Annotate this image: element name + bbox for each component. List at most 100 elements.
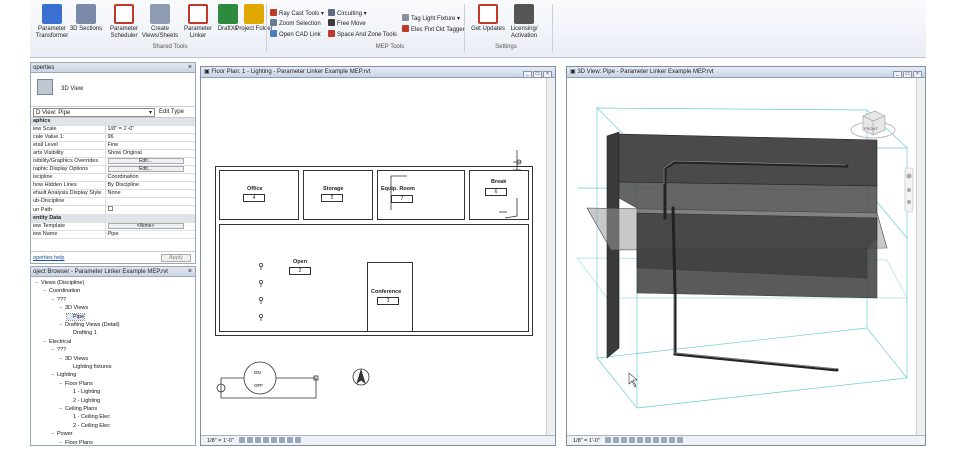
tree-item[interactable]: − Power <box>51 431 73 437</box>
sun-path-checkbox[interactable] <box>107 206 113 212</box>
back-wall <box>616 133 878 187</box>
parameter-scheduler-button[interactable]: Parameter Scheduler <box>104 4 144 40</box>
close-window-button[interactable]: × <box>913 71 922 78</box>
navigation-bar[interactable] <box>904 167 914 213</box>
3d-canvas[interactable]: FRONT <box>567 78 916 435</box>
property-value[interactable]: By Discipline <box>104 181 195 191</box>
restore-button[interactable]: ▭ <box>533 71 542 78</box>
instance-filter-dropdown[interactable]: D View: Pipe ▾ <box>33 108 155 117</box>
restore-button[interactable]: ▭ <box>903 71 912 78</box>
tree-item[interactable]: − Floor Plans <box>59 440 93 445</box>
temp-hide-icon[interactable] <box>287 437 294 443</box>
visual-style-icon[interactable] <box>613 437 620 443</box>
steering-wheel-icon <box>906 173 912 179</box>
tree-item[interactable]: − Floor Plans <box>59 381 93 387</box>
tree-item[interactable]: −3D Views <box>59 356 88 362</box>
reveal-hidden-icon[interactable] <box>295 437 302 443</box>
shadows-icon[interactable] <box>629 437 636 443</box>
properties-help-link[interactable]: operties help <box>33 255 65 261</box>
tag-light-fixture-button[interactable]: Tag Light Fixture ▾ <box>402 14 460 22</box>
vertical-scrollbar[interactable] <box>546 78 555 435</box>
property-value[interactable]: Coordination <box>104 173 195 183</box>
property-value[interactable] <box>104 197 195 207</box>
tree-item[interactable]: − Lighting <box>51 372 76 378</box>
tree-item[interactable]: 2 - Ceiling Elec <box>67 423 110 429</box>
property-value[interactable]: 1/8" = 1'-0" <box>104 125 195 135</box>
floor-plan-canvas[interactable]: Office 4 Storage 5 Equip. Room 7 Break 6… <box>201 78 546 435</box>
property-value[interactable]: Pipe <box>104 230 195 240</box>
property-section[interactable]: entity Data <box>31 214 195 224</box>
tree-item[interactable]: Drafting 1 <box>67 330 97 336</box>
property-value[interactable]: <None> <box>104 222 195 232</box>
visual-style-icon[interactable] <box>247 437 254 443</box>
properties-footer: operties help Apply <box>31 251 195 263</box>
licensing-button[interactable]: Licensing/ Activation <box>502 4 546 40</box>
shadows-icon[interactable] <box>263 437 270 443</box>
tree-item[interactable]: −??? <box>51 347 66 353</box>
property-value[interactable]: Edit... <box>104 165 195 175</box>
property-key: iew Template <box>31 222 105 232</box>
tree-item[interactable]: 1 - Lighting <box>67 389 100 395</box>
free-move-button[interactable]: Free Move <box>328 19 366 27</box>
tree-item[interactable]: Pipe <box>65 312 86 321</box>
space-zone-tools-button[interactable]: Space And Zone Tools <box>328 30 397 38</box>
show-crop-icon[interactable] <box>279 437 286 443</box>
scale-selector[interactable]: 1/8" = 1'-0" <box>207 436 234 446</box>
tree-item[interactable]: 1 - Ceiling Elec <box>67 414 110 420</box>
settings-group-label: Settings <box>495 44 517 50</box>
property-value[interactable]: Edit... <box>104 157 195 167</box>
property-value[interactable]: None <box>104 189 195 199</box>
tree-item[interactable]: −3D Views <box>59 305 88 311</box>
lock-view-icon[interactable] <box>661 437 668 443</box>
crop-view-icon[interactable] <box>271 437 278 443</box>
property-section[interactable]: aphics <box>31 118 195 127</box>
ray-cast-icon <box>270 9 277 16</box>
property-value[interactable]: Show Original <box>104 149 195 159</box>
tree-item[interactable]: − Coordination <box>43 288 80 294</box>
render-icon[interactable] <box>637 437 644 443</box>
minimize-button[interactable]: _ <box>523 71 532 78</box>
tree-item[interactable]: 2 - Lighting <box>67 398 100 404</box>
vertical-scrollbar[interactable] <box>916 78 925 435</box>
tree-item[interactable]: − Ceiling Plans <box>59 406 97 412</box>
scale-selector[interactable]: 1/8" = 1'-0" <box>573 436 600 446</box>
tree-item[interactable]: − Electrical <box>43 339 71 345</box>
tree-item[interactable]: − Drafting Views (Detail) <box>59 322 120 328</box>
crop-view-icon[interactable] <box>645 437 652 443</box>
zoom-selection-button[interactable]: Zoom Selection <box>270 19 321 27</box>
minimize-button[interactable]: _ <box>893 71 902 78</box>
north-arrow <box>356 368 366 385</box>
apply-button[interactable]: Apply <box>161 254 191 262</box>
ray-cast-tools-button[interactable]: Ray Cast Tools ▾ <box>270 9 324 17</box>
circuiting-button[interactable]: Circuiting ▾ <box>328 9 367 17</box>
property-value[interactable]: 96 <box>104 133 195 143</box>
tree-item[interactable]: Lighting fixtures <box>67 364 112 370</box>
edit-type-button[interactable]: Edit Type <box>159 108 184 117</box>
property-edit-button[interactable]: Edit... <box>107 166 184 173</box>
open-cad-link-button[interactable]: Open CAD Link <box>270 30 321 38</box>
close-icon[interactable]: × <box>188 267 192 277</box>
reveal-hidden-icon[interactable] <box>677 437 684 443</box>
close-icon[interactable]: × <box>188 63 192 73</box>
detail-level-icon[interactable] <box>239 437 246 443</box>
show-crop-icon[interactable] <box>653 437 660 443</box>
property-edit-button[interactable]: Edit... <box>107 158 184 165</box>
close-window-button[interactable]: × <box>543 71 552 78</box>
3d-sections-button[interactable]: 3D Sections <box>66 4 106 33</box>
detail-level-icon[interactable] <box>605 437 612 443</box>
tree-item-label: Lighting <box>57 372 77 379</box>
viewcube[interactable]: FRONT <box>850 110 896 139</box>
sun-path-icon[interactable] <box>621 437 628 443</box>
property-value[interactable] <box>104 205 195 216</box>
tree-item[interactable]: − Views (Discipline) <box>35 280 84 286</box>
project-folder-button[interactable]: Project Folder <box>234 4 274 33</box>
create-views-sheets-button[interactable]: Create Views/Sheets <box>140 4 180 40</box>
elec-fixt-ckt-tagger-button[interactable]: Elec Fixt Ckt Tagger <box>402 25 465 33</box>
sun-path-icon[interactable] <box>255 437 262 443</box>
property-value[interactable]: Fine <box>104 141 195 151</box>
property-edit-button[interactable]: <None> <box>107 223 184 230</box>
type-selector[interactable]: 3D View <box>31 73 195 107</box>
temp-hide-icon[interactable] <box>669 437 676 443</box>
property-key: ub-Discipline <box>31 197 105 207</box>
tree-item[interactable]: −??? <box>51 297 66 303</box>
